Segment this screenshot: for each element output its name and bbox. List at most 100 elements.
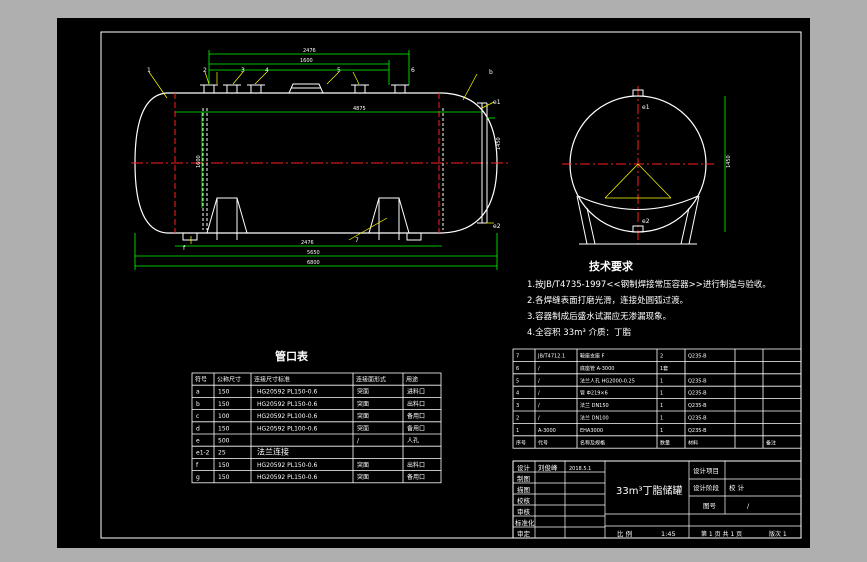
tb-drawing-no: / [747,502,750,510]
tb-version: 版次 1 [769,530,787,538]
tech-item: 1.按JB/T4735-1997<<钢制焊接常压容器>>进行制造与验收。 [527,279,771,290]
nozzle-cell: 法兰连接 [257,447,289,457]
tb-right-label: 设计阶段 [693,483,720,492]
front-view: 2476 1600 4875 2476 5650 6800 1600 1450 … [131,48,509,270]
mark-label: b [489,69,493,76]
tb-label: 校核 [517,496,531,505]
dim-text: 2476 [301,240,314,246]
parts-cell: / [538,391,540,397]
parts-cell: 3 [516,403,519,409]
parts-header: 序号 [516,439,526,446]
nozzle-cell: HG20592 PL150-0.6 [257,462,317,469]
parts-cell: 法兰 DN100 [580,415,609,422]
mark-label: 5 [337,67,341,74]
tb-label: 审核 [517,507,531,516]
parts-cell: 1 [660,378,663,384]
parts-header: 代号 [538,439,548,446]
nozzle-header: 连接面形式 [356,376,386,384]
side-label: e2 [642,218,650,225]
parts-cell: 1 [660,416,663,422]
nozzle-cell: HG20592 PL150-0.6 [257,389,317,396]
parts-cell: EHA3000 [580,428,603,434]
tech-requirements: 技术要求 1.按JB/T4735-1997<<钢制焊接常压容器>>进行制造与验收… [527,259,771,338]
parts-header: 数量 [660,439,670,446]
tb-date: 2018.5.1 [569,466,591,472]
parts-cell: / [538,403,540,409]
nozzle-cell: 突面 [357,461,369,469]
tech-title: 技术要求 [589,259,634,273]
nozzle-cell: 人孔 [407,437,419,445]
tb-label: 标准化 [515,518,535,527]
nozzle-cell: 突面 [357,400,369,408]
nozzle-cell: HG20592 PL150-0.6 [257,474,317,481]
parts-cell: 1 [660,391,663,397]
cad-drawing: 2476 1600 4875 2476 5650 6800 1600 1450 … [100,31,802,539]
nozzle-table-cells: 符号 公称尺寸 连接尺寸标准 连接面形式 用途 a 150 HG20592 PL150-0.6… [195,376,425,482]
nozzle-cell: b [196,401,200,408]
dim-text: 4875 [353,106,366,112]
tb-label: 制图 [517,474,530,483]
drawing-sheet: 2476 1600 4875 2476 5650 6800 1600 1450 … [57,18,810,548]
tech-item: 2.各焊缝表面打磨光滑，连接处圆弧过渡。 [527,295,688,306]
tech-item: 4.全容积 33m³ 介质：丁脂 [527,327,632,338]
nozzle-cell: 突面 [357,412,369,420]
parts-cell: 1 [660,428,663,434]
nozzle-cell: 备用口 [407,473,425,481]
parts-cell: JB/T4712.1 [537,354,565,360]
parts-cell: 7 [516,354,519,360]
side-dim-text: 1450 [726,155,732,168]
nozzle-cell: 150 [218,474,230,481]
nozzle-table-title: 管口表 [275,349,309,363]
parts-cell: Q235-B [688,378,707,384]
dim-text: 6800 [307,260,320,266]
nozzle-header: 用途 [406,376,418,384]
dim-text: 5650 [307,250,320,256]
parts-list-grid [512,348,802,449]
nozzle-cell: 150 [218,401,230,408]
mark-label: 6 [411,67,415,74]
tb-design-check: 校 计 [729,483,745,492]
mark-label: 2 [203,67,207,74]
nozzle-cell: 突面 [357,424,369,432]
nozzle-header: 连接尺寸标准 [254,376,290,384]
nozzle-cell: 进料口 [407,388,425,396]
title-block: 设计 制图 描图 校核 审核 标准化 审定 刘俊峰 2018.5.1 33m³丁… [512,460,802,539]
nozzle-cell: 出料口 [407,400,425,408]
parts-cell: 鞍座支座 F [580,353,605,360]
tb-designer: 刘俊峰 [538,463,558,472]
mark-label: 3 [241,67,245,74]
parts-cell: / [538,366,540,372]
nozzle-cell: g [196,474,200,481]
title-block-grid [513,461,801,538]
nozzle-cell: 25 [218,450,226,457]
nozzle-cell: 150 [218,389,230,396]
nozzle-cell: e1-2 [196,450,210,457]
top-nozzles [200,83,409,94]
nozzle-cell: 突面 [357,473,369,481]
nozzle-cell: / [357,438,360,445]
parts-cell: 1套 [660,365,668,372]
nozzle-cell: HG20592 PL100-0.6 [257,425,317,432]
parts-header: 材料 [688,439,698,446]
parts-header: 备注 [766,439,776,446]
tb-scale-label: 比 例 [617,529,632,538]
parts-cell: 底座管 A-3000 [580,365,614,372]
nozzle-cell: 100 [218,413,230,420]
title-block-right: 设计项目 设计阶段 校 计 图号 / 比 例 1:45 第 1 页 共 1 页 … [617,466,787,538]
tech-item: 3.容器制成后盛水试漏应无渗漏现象。 [527,311,671,322]
parts-list-cells: 7 JB/T4712.1 鞍座支座 F 2 Q235-B 6 / 底座管 A-3000 1套 5 /… [516,353,776,447]
nozzle-cell: d [196,425,200,432]
mark-label: e1 [493,99,501,106]
parts-cell: / [538,378,540,384]
parts-cell: 4 [516,391,519,397]
nozzle-cell: a [196,389,200,396]
dim-text: 1600 [196,155,202,168]
mark-label: e2 [493,223,501,230]
parts-cell: 2 [516,416,519,422]
parts-cell: 管 Ф219×6 [580,390,608,397]
mark-label: 7 [355,237,359,244]
nozzle-header: 符号 [195,376,207,384]
parts-cell: Q235-B [688,354,707,360]
parts-cell: Q235-B [688,403,707,409]
nozzle-cell: c [196,413,199,420]
